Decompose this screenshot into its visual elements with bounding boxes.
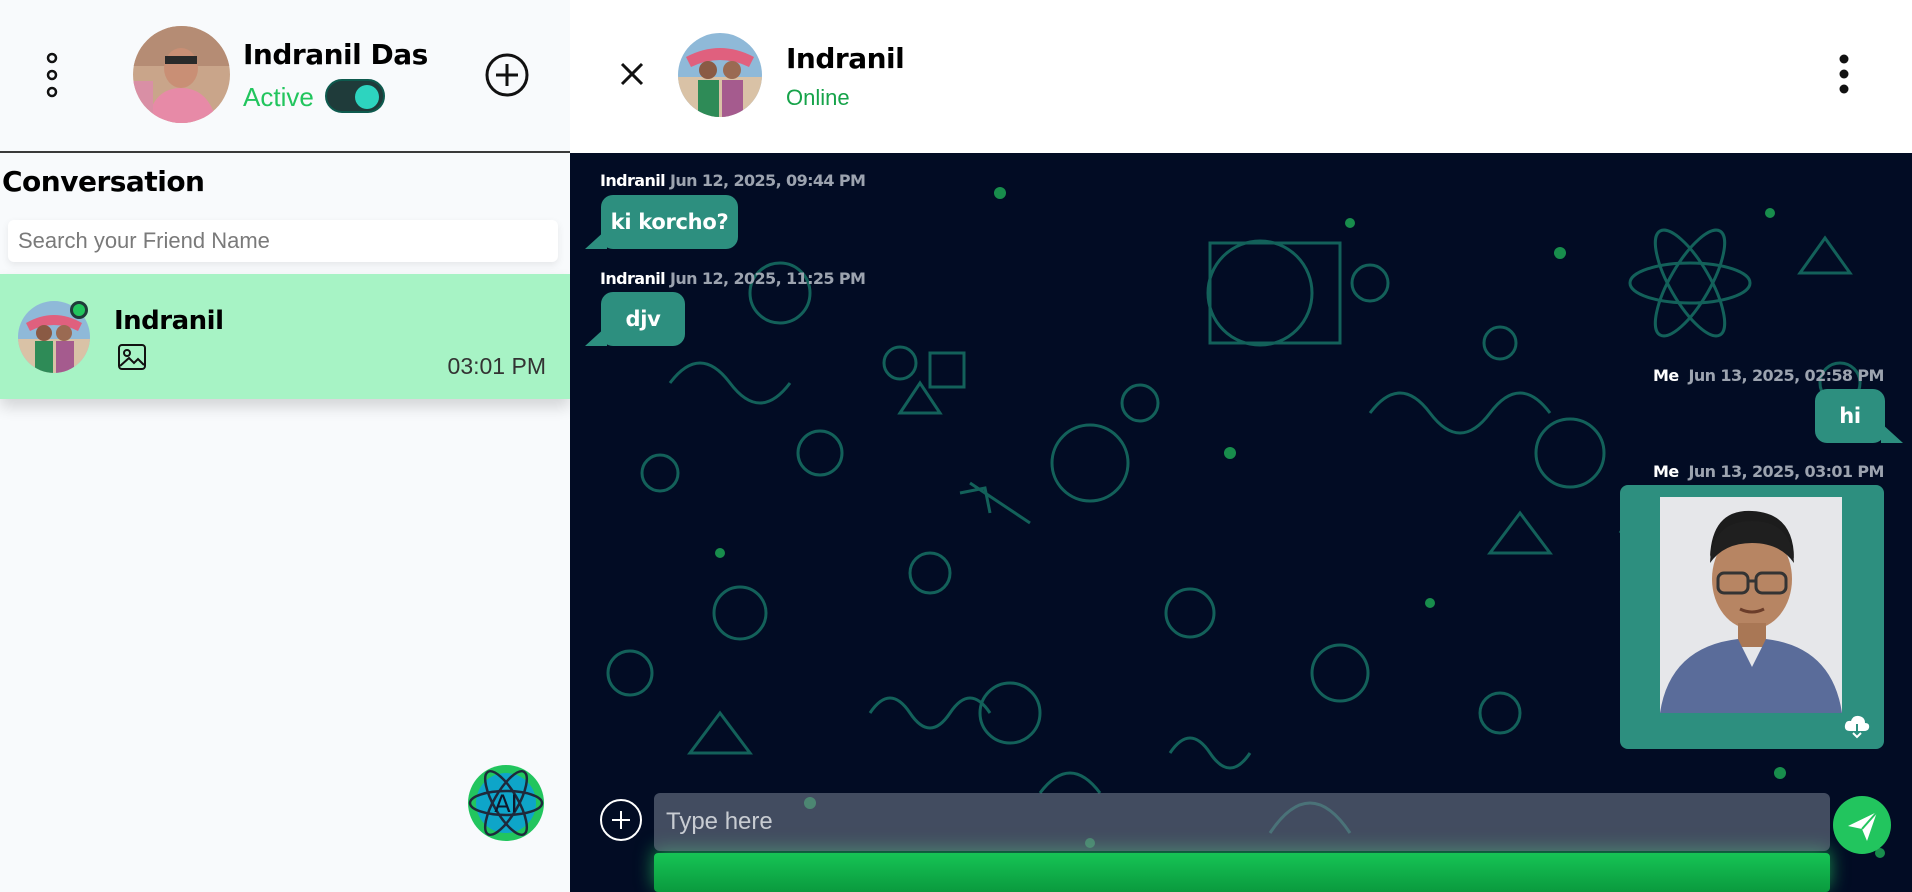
toggle-knob — [355, 85, 379, 109]
image-icon — [117, 342, 147, 372]
search-input[interactable] — [8, 220, 558, 262]
menu-dots-icon[interactable] — [38, 52, 66, 98]
message-meta: Indranil Jun 12, 2025, 09:44 PM — [600, 171, 866, 190]
user-avatar[interactable] — [133, 26, 230, 123]
message-input[interactable] — [654, 793, 1830, 851]
shared-photo[interactable] — [1660, 497, 1842, 713]
message-timestamp: Jun 13, 2025, 03:01 PM — [1688, 462, 1885, 481]
message-timestamp: Jun 12, 2025, 09:44 PM — [670, 171, 866, 190]
message-sender: Me — [1653, 462, 1679, 481]
message-bubble[interactable]: ki korcho? — [585, 195, 738, 249]
message-sender: Me — [1653, 366, 1679, 385]
sidebar: Indranil Das Active Conversation Indrani… — [0, 0, 570, 892]
message-meta: Me Jun 13, 2025, 02:58 PM — [1653, 366, 1884, 385]
conversation-time: 03:01 PM — [447, 353, 546, 379]
user-status: Active — [243, 82, 314, 112]
image-message[interactable] — [1620, 485, 1884, 749]
message-sender: Indranil — [600, 269, 666, 288]
conversation-name: Indranil — [114, 306, 224, 336]
close-icon[interactable] — [616, 58, 648, 90]
message-bubble[interactable]: hi — [1815, 389, 1903, 443]
peer-name: Indranil — [786, 42, 905, 75]
conversation-title: Conversation — [2, 165, 205, 198]
message-sender: Indranil — [600, 171, 666, 190]
conversation-item[interactable]: Indranil 03:01 PM — [0, 274, 570, 399]
ai-icon[interactable]: AI — [466, 763, 546, 843]
message-bubble[interactable]: djv — [585, 292, 685, 346]
peer-status: Online — [786, 85, 850, 110]
add-chat-icon[interactable] — [484, 52, 530, 98]
ai-label: AI — [494, 790, 518, 818]
chat-panel: Indranil Online Indranil Jun 12, 2025, 0… — [570, 0, 1912, 892]
input-glow — [654, 853, 1830, 892]
online-indicator — [70, 301, 88, 319]
peer-avatar[interactable] — [678, 33, 762, 117]
send-icon[interactable] — [1833, 796, 1891, 854]
user-name: Indranil Das — [243, 38, 428, 71]
chat-header: Indranil Online — [570, 0, 1912, 153]
active-toggle[interactable] — [325, 79, 385, 113]
sidebar-header: Indranil Das Active — [0, 0, 570, 153]
attach-plus-icon[interactable] — [599, 798, 643, 842]
download-icon[interactable] — [1844, 715, 1870, 739]
message-timestamp: Jun 12, 2025, 11:25 PM — [670, 269, 866, 288]
message-list[interactable]: Indranil Jun 12, 2025, 09:44 PM ki korch… — [570, 153, 1912, 892]
message-meta: Indranil Jun 12, 2025, 11:25 PM — [600, 269, 866, 288]
kebab-icon[interactable] — [1838, 54, 1850, 94]
message-meta: Me Jun 13, 2025, 03:01 PM — [1653, 462, 1884, 481]
message-timestamp: Jun 13, 2025, 02:58 PM — [1688, 366, 1885, 385]
